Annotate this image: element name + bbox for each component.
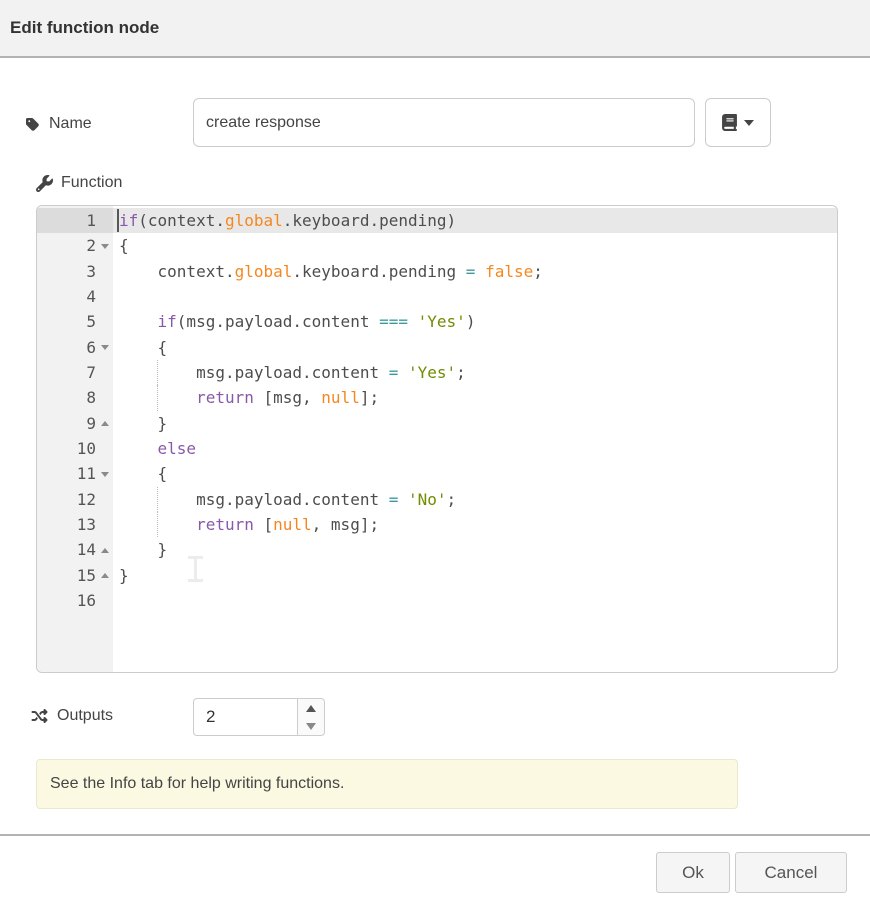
fold-toggle-icon[interactable] (101, 548, 109, 553)
outputs-label: Outputs (30, 704, 113, 728)
fold-toggle-icon[interactable] (101, 573, 109, 578)
code-line[interactable]: { (113, 233, 837, 258)
spinner-down-button[interactable] (298, 717, 324, 735)
code-line[interactable]: return [null, msg]; (113, 512, 837, 537)
fold-toggle-icon[interactable] (101, 244, 109, 249)
code-line[interactable]: { (113, 461, 837, 486)
name-label: Name (26, 112, 92, 136)
code-line[interactable]: if(msg.payload.content === 'Yes') (113, 309, 837, 334)
dialog-title: Edit function node (10, 18, 159, 38)
code-line[interactable]: return [msg, null]; (113, 385, 837, 410)
gutter-line: 5 (37, 309, 113, 334)
line-number: 12 (37, 487, 96, 512)
gutter-line: 11 (37, 461, 113, 486)
code-line[interactable]: if(context.global.keyboard.pending) (113, 208, 837, 233)
code-line[interactable]: context.global.keyboard.pending = false; (113, 259, 837, 284)
code-line[interactable]: msg.payload.content = 'No'; (113, 487, 837, 512)
fold-toggle-icon[interactable] (101, 345, 109, 350)
footer-divider (0, 834, 870, 836)
gutter-line: 7 (37, 360, 113, 385)
function-label-text: Function (61, 174, 122, 192)
text-cursor (117, 209, 119, 232)
info-note: See the Info tab for help writing functi… (36, 759, 738, 809)
editor-gutter: 12345678910111213141516 (37, 206, 113, 672)
gutter-line: 15 (37, 563, 113, 588)
code-line[interactable]: } (113, 411, 837, 436)
spinner-up-button[interactable] (298, 699, 324, 717)
line-number: 13 (37, 512, 96, 537)
gutter-line: 6 (37, 335, 113, 360)
line-number: 5 (37, 309, 96, 334)
line-number: 2 (37, 233, 96, 258)
name-input[interactable] (193, 98, 695, 147)
line-number: 6 (37, 335, 96, 360)
gutter-line: 3 (37, 259, 113, 284)
code-line[interactable]: else (113, 436, 837, 461)
gutter-line: 10 (37, 436, 113, 461)
gutter-line: 4 (37, 284, 113, 309)
function-code-editor[interactable]: 12345678910111213141516 if(context.globa… (36, 205, 838, 673)
wrench-icon (36, 175, 53, 192)
library-button[interactable] (705, 98, 771, 147)
code-line[interactable]: } (113, 563, 837, 588)
function-label: Function (36, 172, 122, 194)
chevron-down-icon (744, 120, 754, 126)
name-label-text: Name (49, 115, 92, 133)
gutter-line: 2 (37, 233, 113, 258)
ok-button[interactable]: Ok (656, 852, 730, 893)
line-number: 1 (37, 208, 96, 233)
line-number: 10 (37, 436, 96, 461)
gutter-line: 8 (37, 385, 113, 410)
code-line[interactable] (113, 588, 837, 613)
tag-icon (26, 117, 41, 132)
spinner-buttons (297, 699, 324, 735)
triangle-down-icon (306, 723, 316, 730)
outputs-label-text: Outputs (57, 707, 113, 725)
code-line[interactable]: msg.payload.content = 'Yes'; (113, 360, 837, 385)
line-number: 9 (37, 411, 96, 436)
gutter-line: 12 (37, 487, 113, 512)
line-number: 7 (37, 360, 96, 385)
fold-toggle-icon[interactable] (101, 421, 109, 426)
line-number: 16 (37, 588, 96, 613)
cancel-button[interactable]: Cancel (735, 852, 847, 893)
fold-toggle-icon[interactable] (101, 472, 109, 477)
gutter-line: 16 (37, 588, 113, 613)
line-number: 4 (37, 284, 96, 309)
triangle-up-icon (306, 705, 316, 712)
code-line[interactable]: { (113, 335, 837, 360)
shuffle-icon (30, 708, 49, 724)
dialog-header: Edit function node (0, 0, 870, 58)
edit-function-node-dialog: Edit function node Name Function 1234567… (0, 0, 870, 912)
outputs-spinner (193, 698, 325, 736)
gutter-line: 1 (37, 208, 113, 233)
line-number: 11 (37, 461, 96, 486)
gutter-line: 14 (37, 537, 113, 562)
editor-code-area[interactable]: if(context.global.keyboard.pending){ con… (113, 206, 837, 672)
book-icon (722, 114, 737, 131)
gutter-line: 9 (37, 411, 113, 436)
gutter-line: 13 (37, 512, 113, 537)
code-line[interactable] (113, 284, 837, 309)
line-number: 15 (37, 563, 96, 588)
info-note-text: See the Info tab for help writing functi… (50, 775, 344, 793)
line-number: 14 (37, 537, 96, 562)
line-number: 8 (37, 385, 96, 410)
line-number: 3 (37, 259, 96, 284)
code-line[interactable]: } (113, 537, 837, 562)
outputs-input[interactable] (194, 699, 298, 735)
